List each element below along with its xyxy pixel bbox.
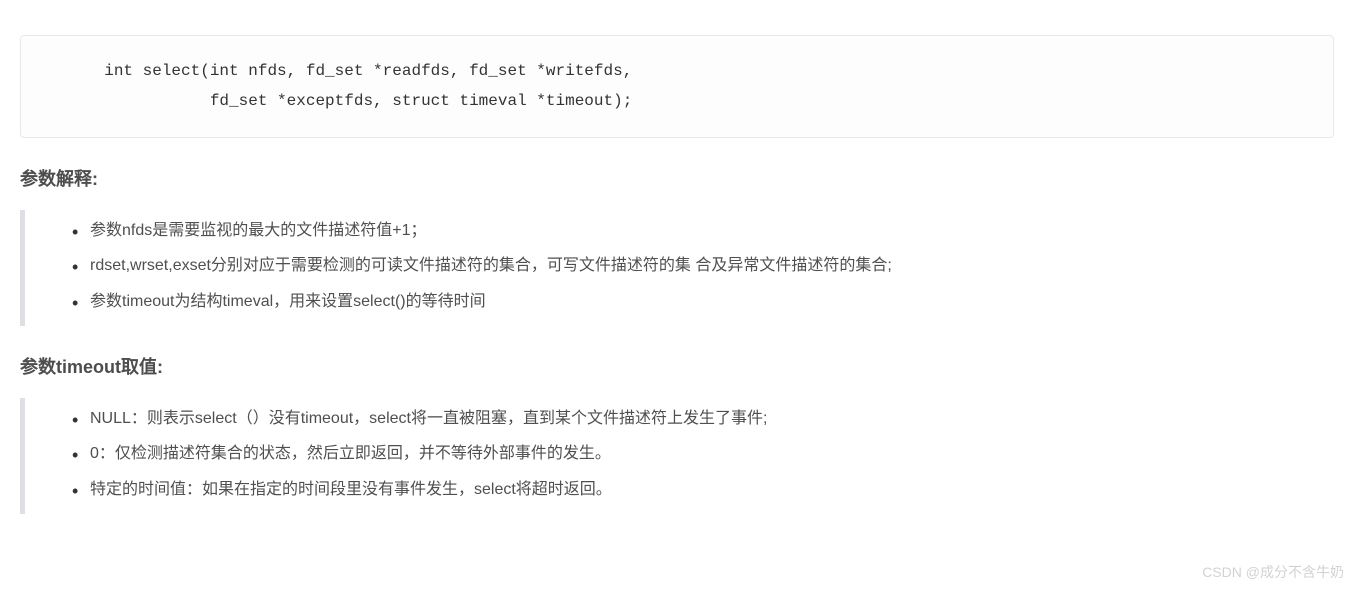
blockquote-params: 参数nfds是需要监视的最大的文件描述符值+1； rdset,wrset,exs… [20,210,1334,326]
timeout-list: NULL：则表示select（）没有timeout，select将一直被阻塞，直… [35,403,1334,505]
code-block: int select(int nfds, fd_set *readfds, fd… [20,35,1334,138]
blockquote-timeout: NULL：则表示select（）没有timeout，select将一直被阻塞，直… [20,398,1334,514]
list-item: 参数timeout为结构timeval，用来设置select()的等待时间 [90,286,1334,317]
watermark: CSDN @成分不含牛奶 [1202,560,1344,585]
list-item: 参数nfds是需要监视的最大的文件描述符值+1； [90,215,1334,246]
list-item: 0：仅检测描述符集合的状态，然后立即返回，并不等待外部事件的发生。 [90,438,1334,469]
list-item: 特定的时间值：如果在指定的时间段里没有事件发生，select将超时返回。 [90,474,1334,505]
params-list: 参数nfds是需要监视的最大的文件描述符值+1； rdset,wrset,exs… [35,215,1334,317]
list-item: rdset,wrset,exset分别对应于需要检测的可读文件描述符的集合，可写… [90,250,1334,281]
section-title-timeout: 参数timeout取值: [20,351,1334,383]
section-title-params: 参数解释: [20,163,1334,195]
list-item: NULL：则表示select（）没有timeout，select将一直被阻塞，直… [90,403,1334,434]
